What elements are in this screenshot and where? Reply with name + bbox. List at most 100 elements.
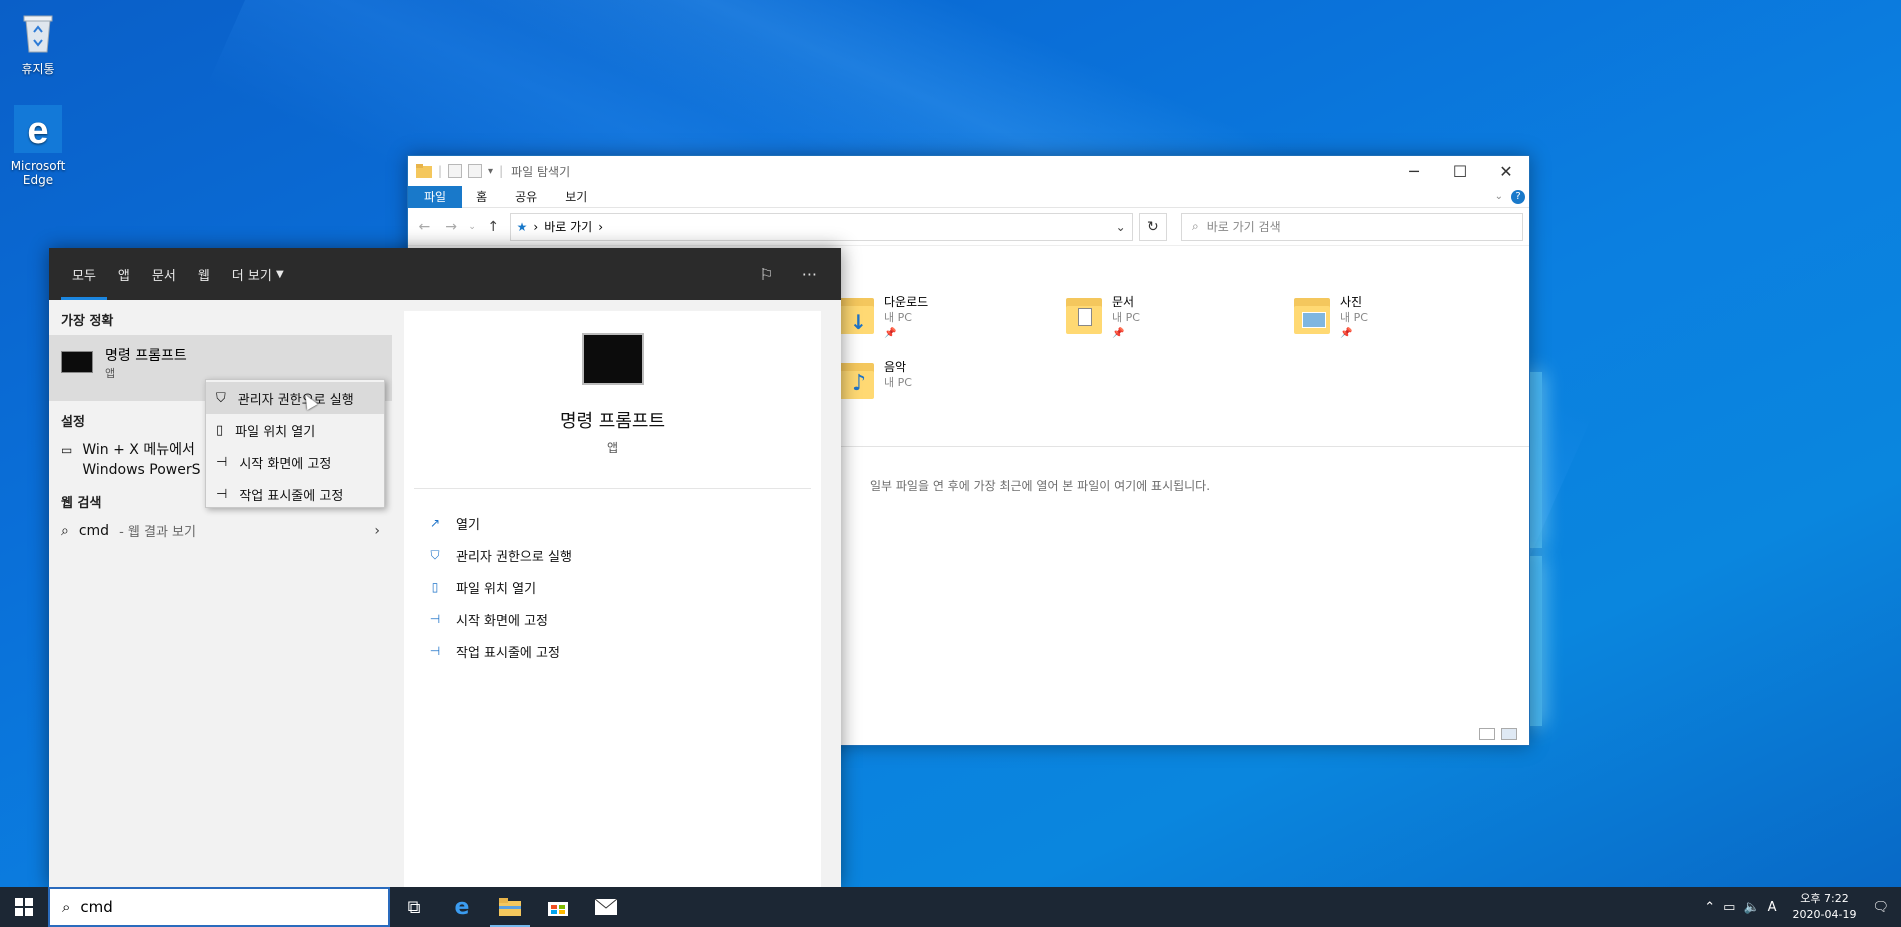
shield-icon: ⛉ [216,390,226,406]
taskbar: ⌕ cmd ⧉ e ⌃ ▭ 🔈 A 오후 7:22 2020-04-19 🗨 [0,887,1901,927]
properties-icon[interactable] [448,164,463,178]
context-pin-to-taskbar[interactable]: ⊣ 작업 표시줄에 고정 [206,478,384,510]
taskbar-search-input[interactable]: ⌕ cmd [48,887,390,927]
recent-files-message: 일부 파일을 연 후에 가장 최근에 열어 본 파일이 여기에 표시됩니다. [870,479,1211,493]
volume-icon[interactable]: 🔈 [1743,900,1759,915]
folder-documents[interactable]: 문서 내 PC 📌 [1064,294,1274,342]
desktop-icon-edge[interactable]: e Microsoft Edge [0,105,76,187]
svg-text:e: e [27,110,48,152]
tab-web[interactable]: 웹 [187,248,221,300]
clock[interactable]: 오후 7:22 2020-04-19 [1793,891,1857,923]
chevron-up-icon[interactable]: ⌃ [1704,900,1715,915]
context-label: 파일 위치 열기 [235,424,316,440]
taskbar-store[interactable] [534,887,582,927]
tab-more[interactable]: 더 보기 ▼ [221,248,295,300]
taskbar-file-explorer[interactable] [486,887,534,927]
action-label: 열기 [456,517,480,533]
expand-ribbon-icon[interactable]: ⌄ [1495,191,1503,202]
folder-name: 음악 [884,360,907,374]
tab-share[interactable]: 공유 [501,186,551,208]
tab-all[interactable]: 모두 [61,248,107,300]
recycle-bin-icon [23,15,53,53]
tab-home[interactable]: 홈 [462,186,501,208]
address-bar[interactable]: ★ › 바로 가기 › ⌄ [509,212,1133,241]
folder-pictures[interactable]: 사진 내 PC 📌 [1292,294,1502,342]
action-label: 관리자 권한으로 실행 [456,549,572,565]
edge-icon: e [14,105,62,153]
address-dropdown-icon[interactable]: ⌄ [1116,220,1126,234]
web-query-suffix: - 웹 결과 보기 [119,525,196,540]
new-folder-icon[interactable] [468,164,483,178]
tab-view[interactable]: 보기 [551,186,601,208]
pin-icon: ★ [516,219,528,234]
breadcrumb-separator-icon: › [533,219,539,234]
web-search-item[interactable]: ⌕ cmd - 웹 결과 보기 › [49,517,392,544]
explorer-titlebar: | ▾ | 파일 탐색기 ─ ☐ ✕ [408,156,1529,186]
action-pin-to-start[interactable]: ⊣ 시작 화면에 고정 [428,603,797,635]
context-open-file-location[interactable]: ▯ 파일 위치 열기 [206,414,384,446]
tab-documents[interactable]: 문서 [141,248,187,300]
store-icon [548,902,568,916]
settings-line2: Windows PowerS [82,462,201,478]
ime-indicator[interactable]: A [1768,900,1777,915]
forward-button[interactable]: → [441,219,462,235]
maximize-button[interactable]: ☐ [1437,156,1483,186]
search-filter-tabs: 모두 앱 문서 웹 더 보기 ▼ ⚐ ··· [49,248,841,300]
folder-name: 문서 [1112,295,1135,309]
detail-actions: ↗ 열기 ⛉ 관리자 권한으로 실행 ▯ 파일 위치 열기 ⊣ 시작 화면에 고정 ⊣ 작… [404,489,821,685]
more-options-icon[interactable]: ··· [802,265,817,284]
folder-name: 사진 [1340,295,1363,309]
best-match-subtitle: 앱 [105,367,116,380]
context-run-as-admin[interactable]: ⛉ 관리자 권한으로 실행 [206,382,384,414]
detail-subtitle: 앱 [606,441,619,455]
pin-icon: ⊣ [429,612,441,626]
action-open[interactable]: ↗ 열기 [428,507,797,539]
pin-icon: 📌 [1112,328,1125,339]
desktop-icon-label: 휴지통 [21,62,55,76]
chevron-down-icon[interactable]: ▾ [488,166,493,177]
close-button[interactable]: ✕ [1483,156,1529,186]
tab-file[interactable]: 파일 [408,185,463,208]
minimize-button[interactable]: ─ [1391,156,1437,186]
folder-downloads[interactable]: ↓ 다운로드 내 PC 📌 [836,294,1046,342]
action-pin-to-taskbar[interactable]: ⊣ 작업 표시줄에 고정 [428,635,797,667]
tab-apps[interactable]: 앱 [107,248,141,300]
breadcrumb-separator-icon: › [598,219,603,234]
back-button[interactable]: ← [414,219,435,235]
desktop-icon-recycle-bin[interactable]: 휴지통 [0,8,76,76]
up-button[interactable]: ↑ [483,219,504,235]
task-view-button[interactable]: ⧉ [390,887,438,927]
best-match-title: 명령 프롬프트 [105,348,187,364]
window-controls: ─ ☐ ✕ [1391,156,1529,186]
refresh-button[interactable]: ↻ [1138,212,1168,241]
notification-icon[interactable]: 🗨 [1872,900,1889,915]
open-icon: ↗ [429,516,441,530]
breadcrumb[interactable]: 바로 가기 [544,218,592,235]
settings-line1: Win + X 메뉴에서 [82,442,195,458]
action-run-as-admin[interactable]: ⛉ 관리자 권한으로 실행 [428,539,797,571]
network-icon[interactable]: ▭ [1723,900,1735,915]
action-label: 파일 위치 열기 [456,581,537,597]
folder-music[interactable]: ♪ 음악 내 PC [836,359,1046,401]
taskbar-mail[interactable] [582,887,630,927]
details-view-icon[interactable] [1479,728,1495,740]
pin-icon: ⊣ [216,486,228,502]
mail-icon [595,899,617,915]
taskbar-edge[interactable]: e [438,887,486,927]
feedback-icon[interactable]: ⚐ [759,265,773,284]
edge-icon: e [454,894,470,920]
action-label: 작업 표시줄에 고정 [456,645,560,661]
help-icon[interactable]: ? [1511,189,1525,204]
context-pin-to-start[interactable]: ⊣ 시작 화면에 고정 [206,446,384,478]
action-open-file-location[interactable]: ▯ 파일 위치 열기 [428,571,797,603]
navigation-bar: ← → ⌄ ↑ ★ › 바로 가기 › ⌄ ↻ ⌕ 바로 가기 검색 [408,208,1529,246]
chevron-down-icon: ▼ [275,268,284,280]
detail-title: 명령 프롬프트 [559,411,666,432]
system-tray: ⌃ ▭ 🔈 A 오후 7:22 2020-04-19 🗨 [1704,891,1901,923]
file-location-icon: ▯ [431,580,439,594]
recent-locations-icon[interactable]: ⌄ [467,222,476,232]
start-button[interactable] [0,887,48,927]
explorer-search-input[interactable]: ⌕ 바로 가기 검색 [1181,212,1524,241]
search-icon: ⌕ [1192,219,1199,233]
large-icons-view-icon[interactable] [1501,728,1517,740]
